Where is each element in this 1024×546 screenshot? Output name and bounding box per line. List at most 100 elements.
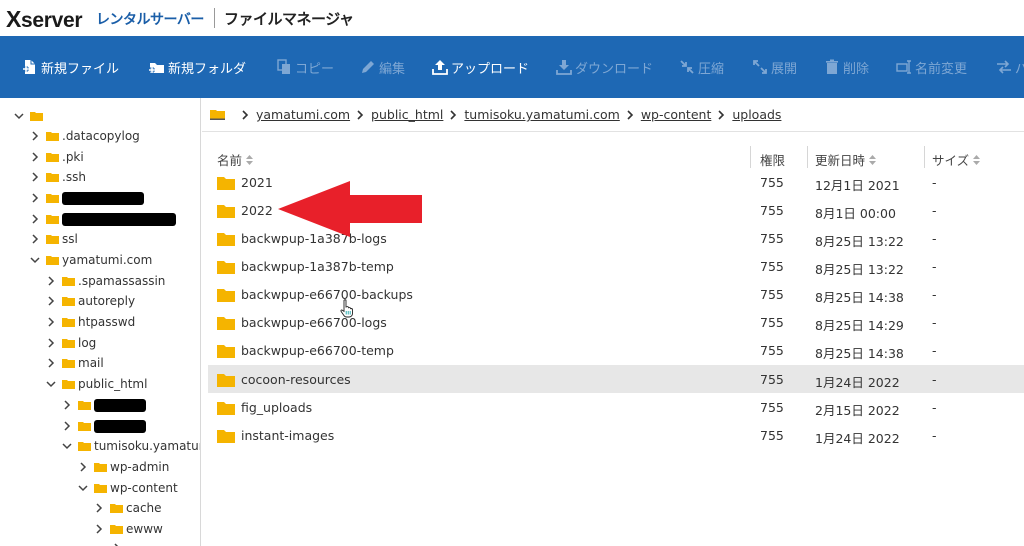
permission-icon xyxy=(997,60,1011,74)
chevron-right-icon[interactable] xyxy=(94,524,104,534)
chevron-down-icon[interactable] xyxy=(78,483,88,493)
column-header-name[interactable]: 名前 xyxy=(217,150,254,169)
permission-button[interactable]: パ xyxy=(996,57,1024,77)
tree-item[interactable] xyxy=(30,188,144,208)
chevron-right-icon[interactable] xyxy=(30,152,40,162)
breadcrumb-link[interactable]: public_html xyxy=(371,107,443,122)
tree-item[interactable] xyxy=(62,416,146,436)
tree-item[interactable]: log xyxy=(46,333,96,353)
column-header-date[interactable]: 更新日時 xyxy=(815,150,877,169)
chevron-right-icon[interactable] xyxy=(46,276,56,286)
chevron-down-icon[interactable] xyxy=(62,441,72,451)
file-date: 8月1日 00:00 xyxy=(815,206,896,221)
tree-item[interactable]: ssl xyxy=(30,229,78,249)
breadcrumb-link[interactable]: yamatumi.com xyxy=(256,107,350,122)
tree-item[interactable]: public_html xyxy=(46,374,147,394)
tree-item[interactable]: wp-content xyxy=(78,478,178,498)
chevron-right-icon[interactable] xyxy=(46,317,56,327)
chevron-right-icon[interactable] xyxy=(46,358,56,368)
chevron-right-icon[interactable] xyxy=(94,503,104,513)
new-folder-button[interactable]: 新規フォルダ xyxy=(149,57,246,77)
redacted-label xyxy=(62,212,176,226)
file-name: 2022 xyxy=(241,203,273,218)
tree-item[interactable]: htpasswd xyxy=(46,312,135,332)
chevron-right-icon xyxy=(627,109,633,120)
chevron-right-icon xyxy=(357,109,364,120)
chevron-right-icon[interactable] xyxy=(62,421,72,431)
column-header-perm[interactable]: 権限 xyxy=(760,150,785,169)
tree-item-label: ewww xyxy=(126,522,163,536)
tree-item[interactable]: mail xyxy=(46,353,104,373)
breadcrumb-link[interactable]: wp-content xyxy=(641,107,712,122)
upload-button[interactable]: アップロード xyxy=(432,57,529,77)
file-row-hovered[interactable]: cocoon-resources 755 1月24日 2022 - xyxy=(208,365,1024,393)
column-divider[interactable] xyxy=(924,146,925,168)
chevron-right-icon[interactable] xyxy=(30,172,40,182)
tree-item[interactable]: .pki xyxy=(30,147,84,167)
file-perm: 755 xyxy=(760,428,784,443)
tree-item[interactable]: .ssh xyxy=(30,167,86,187)
file-name: backwpup-e66700-temp xyxy=(241,343,394,358)
chevron-right-icon[interactable] xyxy=(46,296,56,306)
extract-button[interactable]: 展開 xyxy=(752,57,797,77)
tree-item[interactable]: .datacopylog xyxy=(30,126,140,146)
file-row[interactable]: backwpup-e66700-logs 755 8月25日 14:29 - xyxy=(208,308,1024,336)
file-row[interactable]: backwpup-e66700-temp 755 8月25日 14:38 - xyxy=(208,336,1024,364)
edit-label: 編集 xyxy=(379,61,406,77)
file-date: 12月1日 2021 xyxy=(815,178,900,193)
new-file-button[interactable]: 新規ファイル xyxy=(22,57,119,77)
chevron-right-icon[interactable] xyxy=(30,214,40,224)
file-row[interactable]: instant-images 755 1月24日 2022 - xyxy=(208,421,1024,449)
tree-item[interactable]: .spamassassin xyxy=(46,271,165,291)
new-folder-icon xyxy=(149,63,164,73)
file-row[interactable]: fig_uploads 755 2月15日 2022 - xyxy=(208,393,1024,421)
download-button[interactable]: ダウンロード xyxy=(556,57,653,77)
tree-item[interactable] xyxy=(62,395,146,415)
chevron-right-icon[interactable] xyxy=(30,234,40,244)
chevron-right-icon[interactable] xyxy=(30,193,40,203)
tree-item-partial[interactable] xyxy=(112,538,128,546)
sort-icon xyxy=(869,154,877,165)
tree-item[interactable]: wp-admin xyxy=(78,457,169,477)
tree-item[interactable]: autoreply xyxy=(46,291,135,311)
folder-icon xyxy=(78,442,91,451)
breadcrumb-current[interactable]: uploads xyxy=(732,107,781,122)
delete-button[interactable]: 削除 xyxy=(824,57,869,77)
rename-button[interactable]: 名前変更 xyxy=(896,57,967,77)
tree-root[interactable] xyxy=(14,106,46,126)
new-file-icon xyxy=(23,60,35,74)
tree-item[interactable]: yamatumi.com xyxy=(30,250,152,270)
file-perm: 755 xyxy=(760,343,784,358)
file-row[interactable]: backwpup-e66700-backups 755 8月25日 14:38 … xyxy=(208,280,1024,308)
tree-item[interactable] xyxy=(30,209,176,229)
file-row[interactable]: backwpup-1a387b-temp 755 8月25日 13:22 - xyxy=(208,252,1024,280)
breadcrumb-link[interactable]: tumisoku.yamatumi.com xyxy=(464,107,619,122)
file-date: 8月25日 14:38 xyxy=(815,290,904,305)
chevron-right-icon[interactable] xyxy=(46,338,56,348)
file-perm: 755 xyxy=(760,372,784,387)
file-name: backwpup-e66700-backups xyxy=(241,287,413,302)
folder-home-icon[interactable] xyxy=(210,109,225,120)
chevron-down-icon[interactable] xyxy=(14,111,24,121)
column-header-size[interactable]: サイズ xyxy=(932,150,981,169)
file-size: - xyxy=(932,343,937,358)
file-date: 8月25日 13:22 xyxy=(815,234,904,249)
chevron-down-icon[interactable] xyxy=(46,379,56,389)
chevron-right-icon[interactable] xyxy=(62,400,72,410)
tree-item[interactable]: ewww xyxy=(94,519,163,539)
folder-icon xyxy=(46,153,59,162)
chevron-right-icon[interactable] xyxy=(78,462,88,472)
xserver-logo[interactable]: Xserver xyxy=(6,6,83,33)
file-perm: 755 xyxy=(760,315,784,330)
chevron-down-icon[interactable] xyxy=(30,255,40,265)
edit-button[interactable]: 編集 xyxy=(360,57,405,77)
column-divider[interactable] xyxy=(807,146,808,168)
tree-item[interactable]: cache xyxy=(94,498,162,518)
compress-button[interactable]: 圧縮 xyxy=(679,57,724,77)
file-size: - xyxy=(932,372,937,387)
new-folder-label: 新規フォルダ xyxy=(168,61,247,77)
column-divider[interactable] xyxy=(750,146,751,168)
tree-item[interactable]: tumisoku.yamatumi. xyxy=(62,436,200,456)
copy-button[interactable]: コピー xyxy=(276,57,334,77)
chevron-right-icon[interactable] xyxy=(30,131,40,141)
